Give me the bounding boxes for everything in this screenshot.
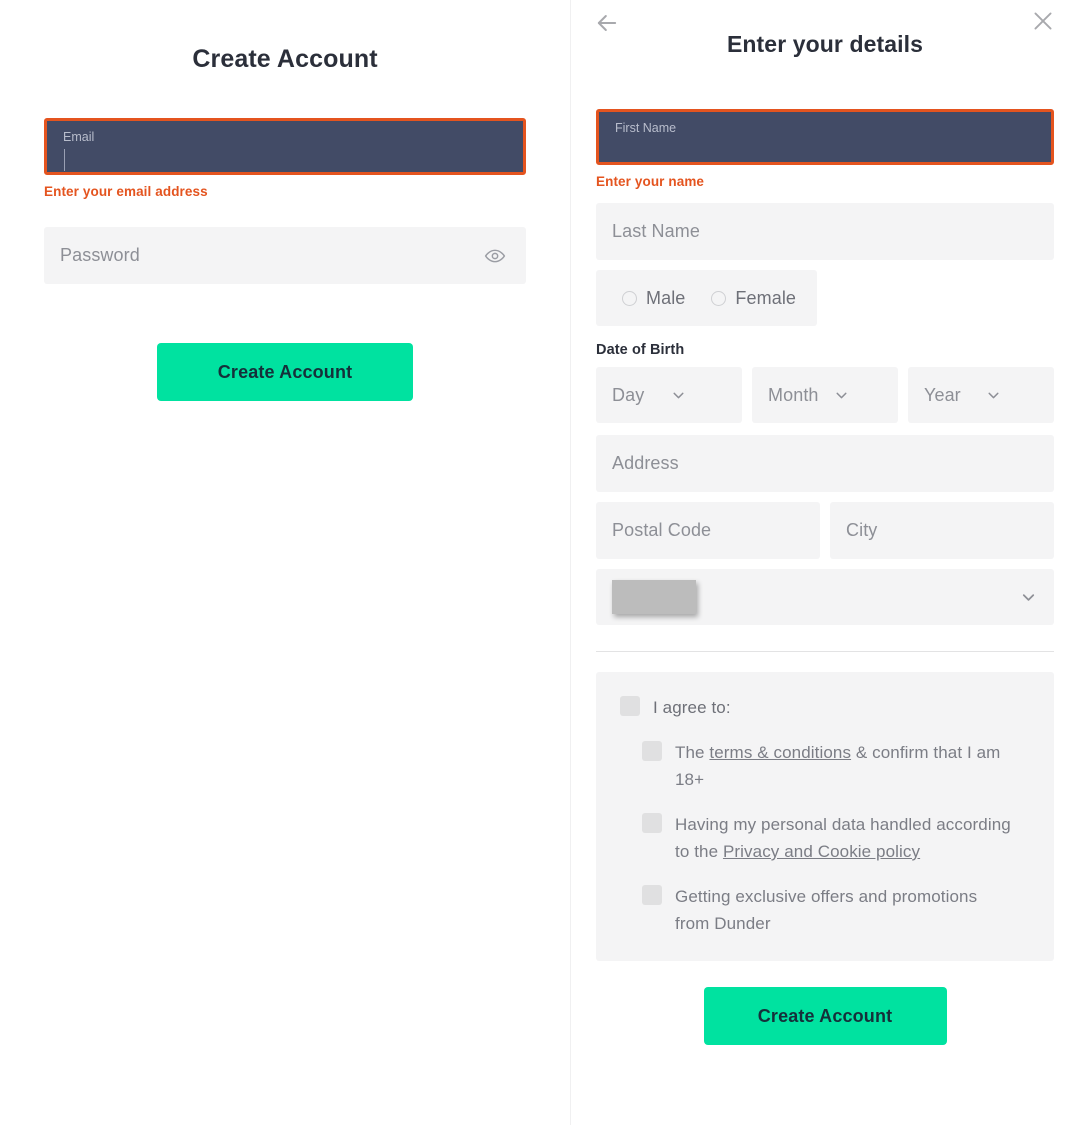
create-account-button-right[interactable]: Create Account: [703, 987, 947, 1045]
consent-text-marketing: Getting exclusive offers and promotions …: [675, 887, 978, 933]
postal-code-placeholder: Postal Code: [612, 520, 712, 540]
first-name-field-label: First Name: [615, 121, 677, 135]
consent-heading: I agree to:: [653, 698, 731, 717]
checkbox-agree-all[interactable]: [620, 696, 640, 716]
address-field[interactable]: Address: [596, 435, 1054, 492]
gender-group: Male Female: [596, 270, 817, 326]
gender-option-male-label: Male: [646, 287, 686, 308]
right-form: First Name Enter your name Last Name Mal…: [596, 78, 1054, 1045]
flag-image-placeholder: [612, 580, 696, 614]
consent-group: I agree to: The terms & conditions & con…: [596, 672, 1054, 961]
gender-option-female-label: Female: [735, 287, 797, 308]
chevron-down-icon: [1019, 588, 1038, 607]
dob-day-value: Day: [612, 384, 645, 405]
dob-year-value: Year: [924, 384, 961, 405]
enter-details-panel: Enter your details First Name Enter your…: [570, 0, 1079, 1125]
first-name-error-message: Enter your name: [596, 174, 705, 189]
consent-terms-prefix: The: [675, 743, 710, 762]
city-placeholder: City: [846, 520, 878, 540]
signup-screen: Create Account Email Enter your email ad…: [0, 0, 1079, 1125]
chevron-down-icon: [833, 387, 850, 404]
eye-icon[interactable]: [484, 245, 506, 267]
radio-icon-male[interactable]: [622, 290, 637, 306]
email-field[interactable]: Email: [44, 118, 526, 175]
dob-year-select[interactable]: Year: [908, 367, 1054, 423]
privacy-and-cookie-policy-link[interactable]: Privacy and Cookie policy: [723, 842, 920, 861]
consent-row-privacy[interactable]: Having my personal data handled accordin…: [642, 811, 1030, 865]
create-account-button-left[interactable]: Create Account: [157, 343, 413, 401]
text-caret: [64, 149, 65, 171]
dob-day-select[interactable]: Day: [596, 367, 742, 423]
consent-text-terms: The terms & conditions & confirm that I …: [675, 739, 1015, 793]
left-form: Email Enter your email address Password …: [44, 74, 526, 401]
city-field[interactable]: City: [830, 502, 1054, 559]
password-field[interactable]: Password: [44, 227, 526, 284]
terms-and-conditions-link[interactable]: terms & conditions: [709, 743, 851, 762]
right-submit-wrap: Create Account: [596, 987, 1054, 1045]
radio-icon-female[interactable]: [711, 290, 727, 306]
create-account-panel: Create Account Email Enter your email ad…: [0, 0, 570, 1125]
right-page-title: Enter your details: [726, 31, 924, 57]
date-of-birth-label: Date of Birth: [596, 342, 685, 358]
chevron-down-icon: [670, 387, 687, 404]
dob-month-value: Month: [768, 384, 819, 405]
right-header: Enter your details: [571, 0, 1079, 78]
postal-code-field[interactable]: Postal Code: [596, 502, 820, 559]
first-name-field[interactable]: First Name: [596, 109, 1054, 165]
checkbox-privacy[interactable]: [642, 813, 662, 833]
chevron-down-icon: [985, 387, 1002, 404]
left-submit-wrap: Create Account: [44, 343, 526, 401]
date-of-birth-row: Day Month Year: [596, 367, 1054, 423]
last-name-field[interactable]: Last Name: [596, 203, 1054, 260]
gender-option-female[interactable]: Female: [711, 288, 796, 309]
gender-option-male[interactable]: Male: [622, 288, 685, 309]
left-page-title: Create Account: [192, 45, 378, 73]
dob-month-select[interactable]: Month: [752, 367, 898, 423]
consent-text-privacy: Having my personal data handled accordin…: [675, 811, 1015, 865]
last-name-placeholder: Last Name: [612, 221, 700, 241]
email-error-message: Enter your email address: [44, 184, 208, 199]
section-divider: [596, 651, 1054, 652]
consent-row-agree-all[interactable]: I agree to:: [620, 694, 1030, 721]
password-placeholder: Password: [60, 245, 140, 265]
postal-city-row: Postal Code City: [596, 502, 1054, 559]
checkbox-marketing[interactable]: [642, 885, 662, 905]
consent-row-marketing[interactable]: Getting exclusive offers and promotions …: [642, 883, 1030, 937]
consent-row-terms[interactable]: The terms & conditions & confirm that I …: [642, 739, 1030, 793]
email-field-label: Email: [63, 130, 95, 144]
country-select[interactable]: [596, 569, 1054, 625]
checkbox-terms[interactable]: [642, 741, 662, 761]
address-placeholder: Address: [612, 453, 679, 473]
